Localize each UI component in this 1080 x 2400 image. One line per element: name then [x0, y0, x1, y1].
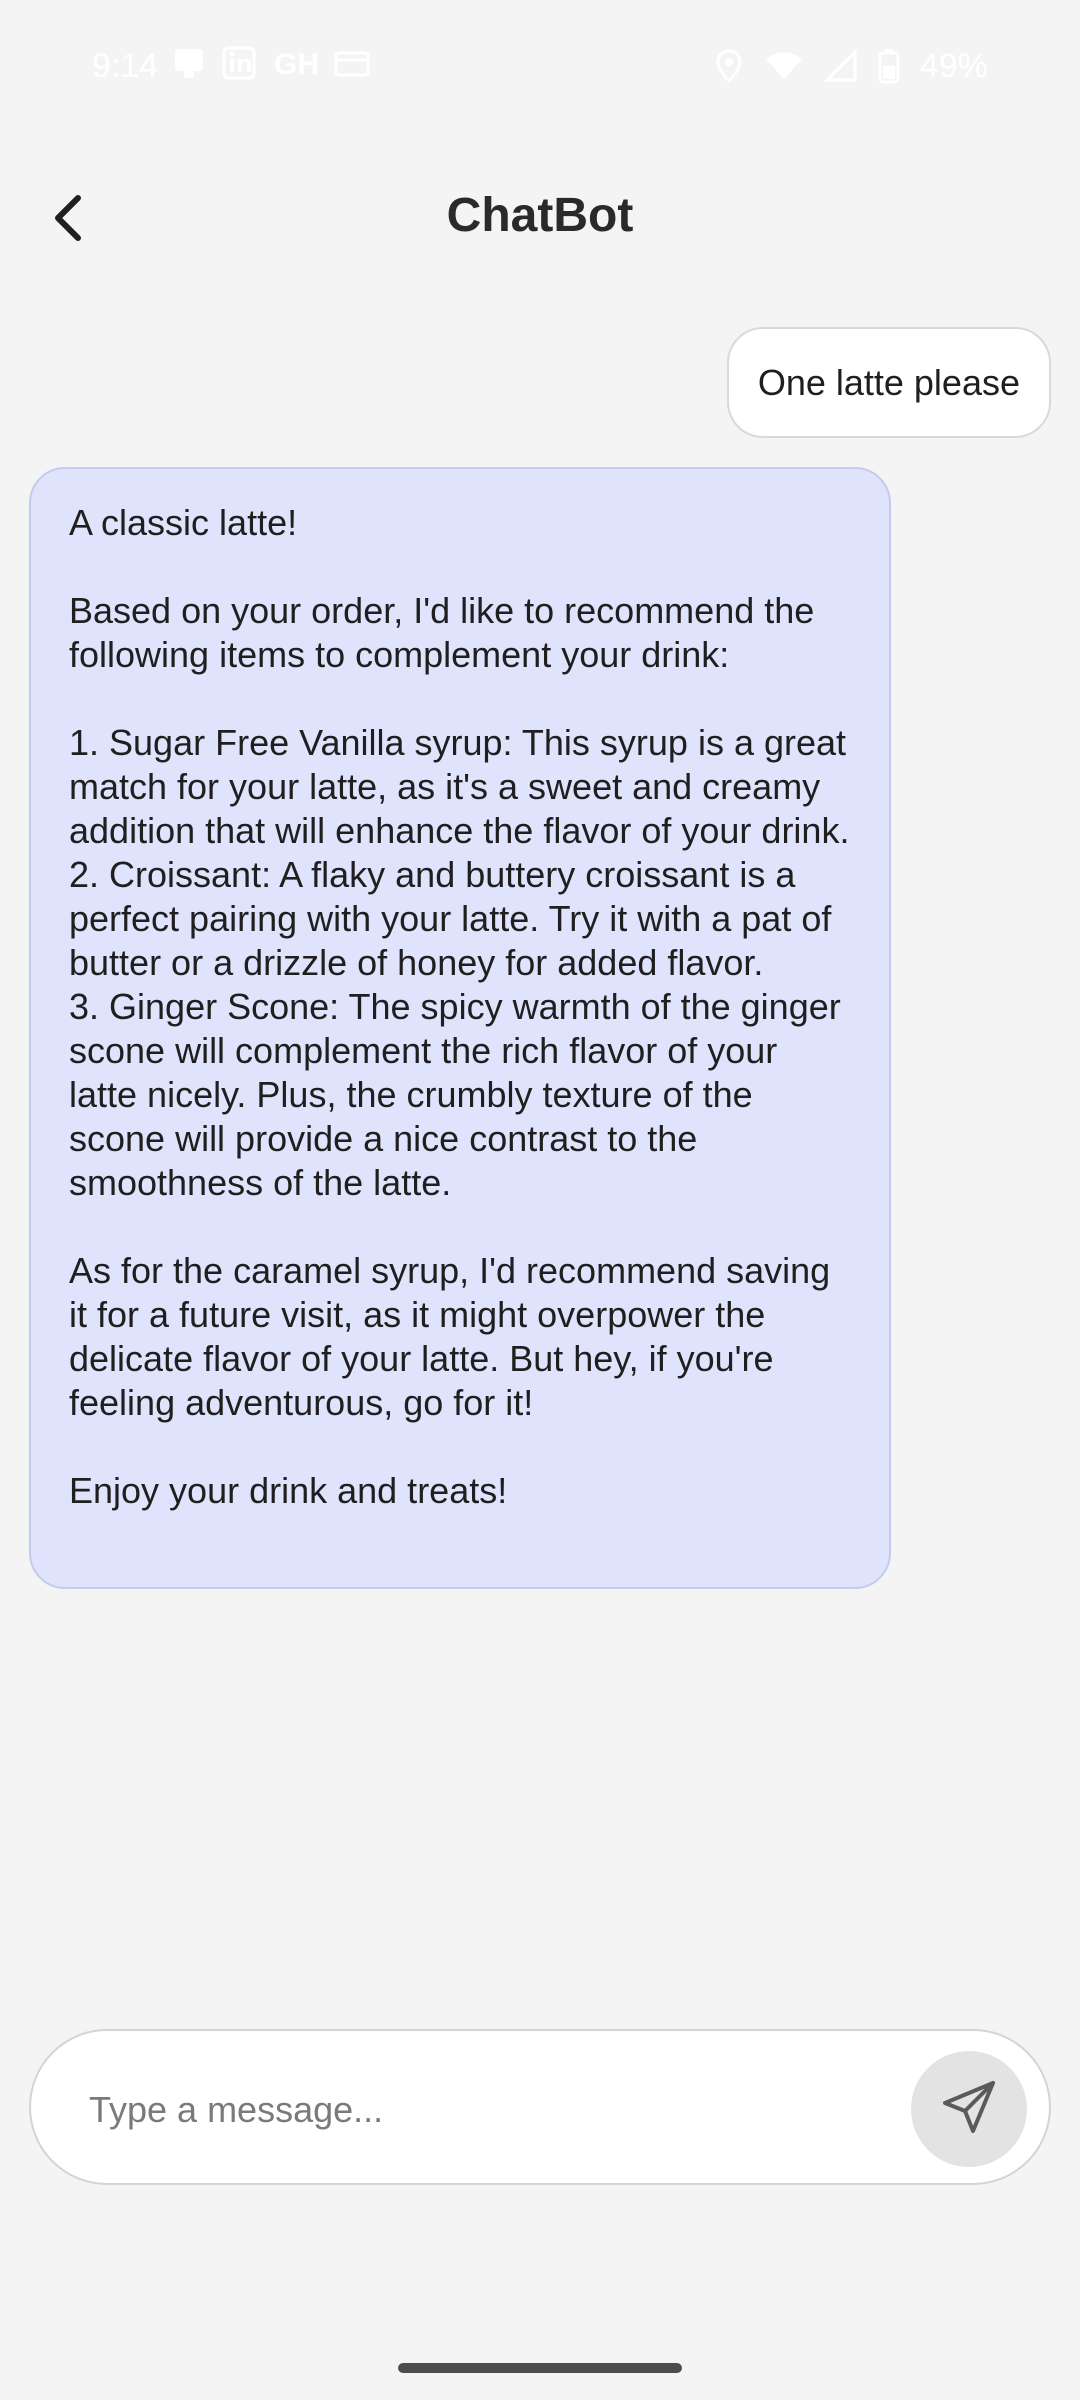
messaging-app-icon — [172, 46, 206, 80]
bot-message-paragraph: As for the caramel syrup, I'd recommend … — [69, 1250, 831, 1423]
github-icon: GH — [274, 46, 318, 80]
status-time: 9:14 — [92, 47, 159, 85]
location-icon — [714, 48, 744, 84]
message-composer — [29, 2029, 1051, 2185]
send-button[interactable] — [911, 2051, 1027, 2167]
bot-message-bubble: A classic latte! Based on your order, I'… — [29, 467, 891, 1589]
wifi-icon — [764, 49, 804, 83]
app-header: ChatBot — [0, 150, 1080, 280]
page-title: ChatBot — [446, 189, 634, 242]
user-message-bubble: One latte please — [726, 327, 1051, 438]
user-message-text: One latte please — [757, 361, 1020, 403]
recommendation-item: 1. Sugar Free Vanilla syrup: This syrup … — [69, 722, 850, 851]
bot-message-paragraph: Based on your order, I'd like to recomme… — [69, 590, 815, 675]
recommendation-item: 2. Croissant: A flaky and buttery croiss… — [69, 854, 832, 983]
linkedin-icon — [222, 46, 258, 80]
system-icons: 49% — [714, 44, 988, 88]
card-icon — [334, 46, 370, 80]
svg-text:GH: GH — [274, 48, 318, 80]
home-indicator[interactable] — [398, 2363, 682, 2373]
battery-icon — [878, 48, 900, 84]
signal-icon — [823, 49, 858, 83]
bot-message-closing: Enjoy your drink and treats! — [69, 1470, 508, 1511]
notification-icons: GH — [172, 46, 370, 80]
bot-message-intro: A classic latte! — [69, 502, 298, 543]
message-input[interactable] — [87, 2071, 911, 2149]
battery-percent: 49% — [919, 47, 988, 85]
send-icon — [937, 2075, 1001, 2144]
recommendation-item: 3. Ginger Scone: The spicy warmth of the… — [69, 986, 841, 1203]
status-bar: 9:14 GH 49% — [0, 0, 1080, 132]
